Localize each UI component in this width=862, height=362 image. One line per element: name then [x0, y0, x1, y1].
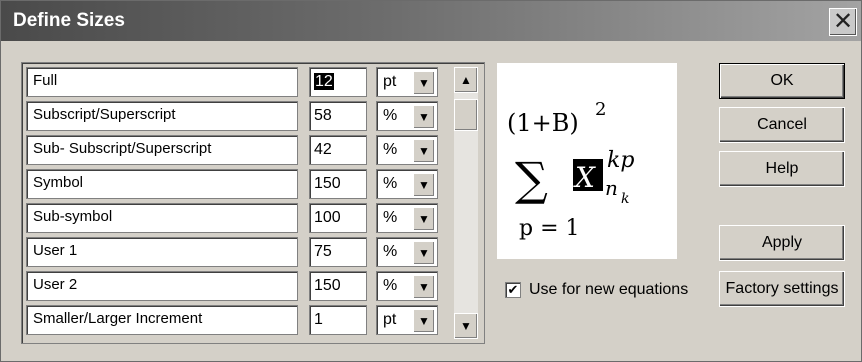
size-value-input[interactable]: 12 [309, 67, 367, 97]
scroll-thumb[interactable] [454, 99, 478, 131]
chevron-down-icon[interactable]: ▼ [413, 71, 435, 95]
chevron-down-icon[interactable]: ▼ [413, 105, 435, 129]
size-value-input[interactable]: 150 [309, 271, 367, 301]
size-label: Full [26, 67, 298, 97]
svg-text:kp: kp [607, 148, 634, 173]
size-value-input[interactable]: 150 [309, 169, 367, 199]
svg-text:k: k [621, 191, 629, 207]
chevron-down-icon[interactable]: ▼ [413, 139, 435, 163]
size-value-input[interactable]: 1 [309, 305, 367, 335]
unit-select[interactable]: % ▼ [376, 135, 438, 165]
ok-button[interactable]: OK [719, 63, 845, 99]
help-button[interactable]: Help [719, 151, 845, 187]
equation-preview: (1+B) 2 ∑ X kp n k p = 1 [497, 63, 677, 259]
size-value-input[interactable]: 58 [309, 101, 367, 131]
svg-text:X: X [573, 161, 596, 194]
svg-text:∑: ∑ [515, 152, 548, 206]
chevron-down-icon[interactable]: ▼ [413, 241, 435, 265]
unit-select[interactable]: % ▼ [376, 101, 438, 131]
preview-equation: (1+B) 2 ∑ X kp n k p = 1 [507, 99, 634, 241]
title-bar[interactable]: Define Sizes ✕ [1, 1, 861, 41]
use-for-new-equations[interactable]: ✔ Use for new equations [505, 281, 688, 299]
dialog-body: Full 12 pt ▼ Subscript/Superscript 58% ▼ Sub- S… [7, 49, 855, 355]
size-label: User 1 [26, 237, 298, 267]
size-label: Sub-symbol [26, 203, 298, 233]
size-label: Symbol [26, 169, 298, 199]
use-new-checkbox[interactable]: ✔ [505, 282, 521, 298]
size-value-input[interactable]: 42 [309, 135, 367, 165]
size-value-input[interactable]: 100 [309, 203, 367, 233]
dialog-title: Define Sizes [13, 10, 125, 31]
apply-button[interactable]: Apply [719, 225, 845, 261]
scroll-down-button[interactable]: ▼ [454, 313, 478, 339]
svg-text:p = 1: p = 1 [519, 216, 580, 241]
unit-select[interactable]: % ▼ [376, 271, 438, 301]
chevron-down-icon[interactable]: ▼ [413, 309, 435, 333]
unit-select[interactable]: % ▼ [376, 237, 438, 267]
factory-settings-button[interactable]: Factory settings [719, 271, 845, 307]
cancel-button[interactable]: Cancel [719, 107, 845, 143]
size-label: Subscript/Superscript [26, 101, 298, 131]
size-label: Sub- Subscript/Superscript [26, 135, 298, 165]
sizes-grid: Full 12 pt ▼ Subscript/Superscript 58 % ▼ Sub- S… [21, 62, 485, 344]
grid-scrollbar[interactable]: ▲ ▼ [454, 67, 478, 339]
size-label: Smaller/Larger Increment [26, 305, 298, 335]
use-new-label: Use for new equations [529, 281, 689, 298]
define-sizes-dialog: Define Sizes ✕ Full 12 pt ▼ Subscript/Supers… [0, 0, 862, 362]
svg-text:(1+B): (1+B) [507, 109, 579, 137]
svg-text:n: n [605, 176, 618, 200]
scroll-up-button[interactable]: ▲ [454, 67, 478, 93]
size-value-input[interactable]: 75 [309, 237, 367, 267]
size-label: User 2 [26, 271, 298, 301]
unit-select[interactable]: % ▼ [376, 169, 438, 199]
close-icon[interactable]: ✕ [829, 8, 857, 36]
chevron-down-icon[interactable]: ▼ [413, 275, 435, 299]
chevron-down-icon[interactable]: ▼ [413, 173, 435, 197]
svg-text:2: 2 [595, 99, 606, 120]
unit-select[interactable]: % ▼ [376, 203, 438, 233]
unit-select[interactable]: pt ▼ [376, 305, 438, 335]
unit-select[interactable]: pt ▼ [376, 67, 438, 97]
chevron-down-icon[interactable]: ▼ [413, 207, 435, 231]
